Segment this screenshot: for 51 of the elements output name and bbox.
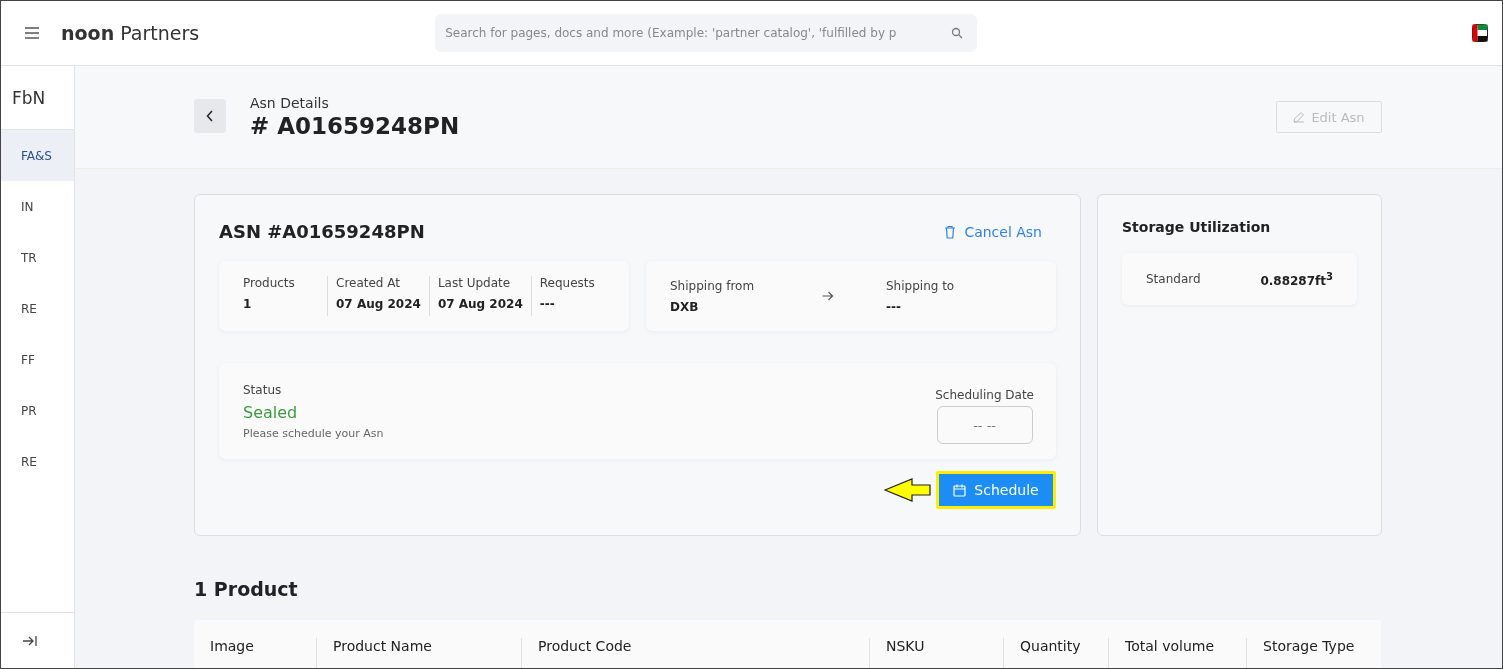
column-header: Storage Type (1246, 638, 1381, 668)
asn-title: ASN #A01659248PN (219, 221, 425, 242)
calendar-icon (953, 483, 967, 497)
status-hint: Please schedule your Asn (243, 426, 384, 440)
sidebar-item[interactable]: TR (1, 232, 74, 283)
column-header: Image (209, 638, 255, 656)
sidebar-item[interactable]: RE (1, 436, 74, 487)
collapse-icon[interactable] (22, 634, 38, 647)
field-label: Last Update (437, 276, 512, 290)
date-label: Scheduling Date (935, 388, 1034, 402)
field-label: Shipping from (670, 278, 756, 293)
column-header: NSKU (869, 638, 1003, 668)
menu-icon[interactable] (25, 27, 39, 39)
brand-logo: noon Partners (61, 22, 200, 44)
pointer-arrow (884, 476, 932, 504)
storage-value: 0.88287ft$^{3}$ (1260, 270, 1333, 288)
column-header: Product Name (316, 638, 521, 668)
sidebar-item[interactable]: FA&S (1, 130, 74, 181)
field-label: Shipping to (886, 278, 956, 293)
search-field[interactable]: Search for pages, docs and more (Example: 'partner catalog', 'fulfilled by p (435, 14, 978, 52)
status-label: Status (243, 382, 283, 397)
storage-label: Standard (1146, 272, 1201, 286)
column-header: Product Code (521, 638, 869, 668)
flag-icon[interactable] (1472, 24, 1488, 42)
page-subtitle: Asn Details (250, 95, 330, 111)
pencil-icon (1293, 111, 1306, 123)
field-value: --- (539, 297, 556, 311)
field-value: 1 (243, 297, 253, 311)
products-title: 1 Product (193, 577, 299, 600)
field-label: Created At (336, 276, 401, 290)
arrow-icon (822, 290, 834, 302)
field-value: --- (886, 299, 902, 314)
storage-title: Storage Utilization (1122, 219, 1272, 235)
search-icon (951, 27, 964, 39)
cancel-link[interactable]: Cancel Asn (944, 223, 1042, 240)
field-label: Products (243, 276, 296, 290)
column-header: Quantity (1003, 638, 1108, 668)
column-header: Total volume (1108, 638, 1246, 668)
page-title: # A01659248PN (250, 113, 460, 139)
status-value: Sealed (243, 402, 299, 422)
field-value: 07 Aug 2024 (437, 297, 523, 311)
field-value: DXB (670, 299, 700, 314)
field-value: 07 Aug 2024 (336, 297, 421, 311)
trash-icon (944, 224, 957, 239)
sidebar-item[interactable]: FF (1, 334, 74, 385)
sidebar-item[interactable]: PR (1, 385, 74, 436)
field-label: Requests (539, 276, 595, 290)
sidebar-item[interactable]: IN (1, 181, 74, 232)
chevron-left-icon (206, 109, 214, 122)
sidebar-item[interactable]: RE (1, 283, 74, 334)
date-field[interactable]: -- -- (936, 406, 1033, 444)
